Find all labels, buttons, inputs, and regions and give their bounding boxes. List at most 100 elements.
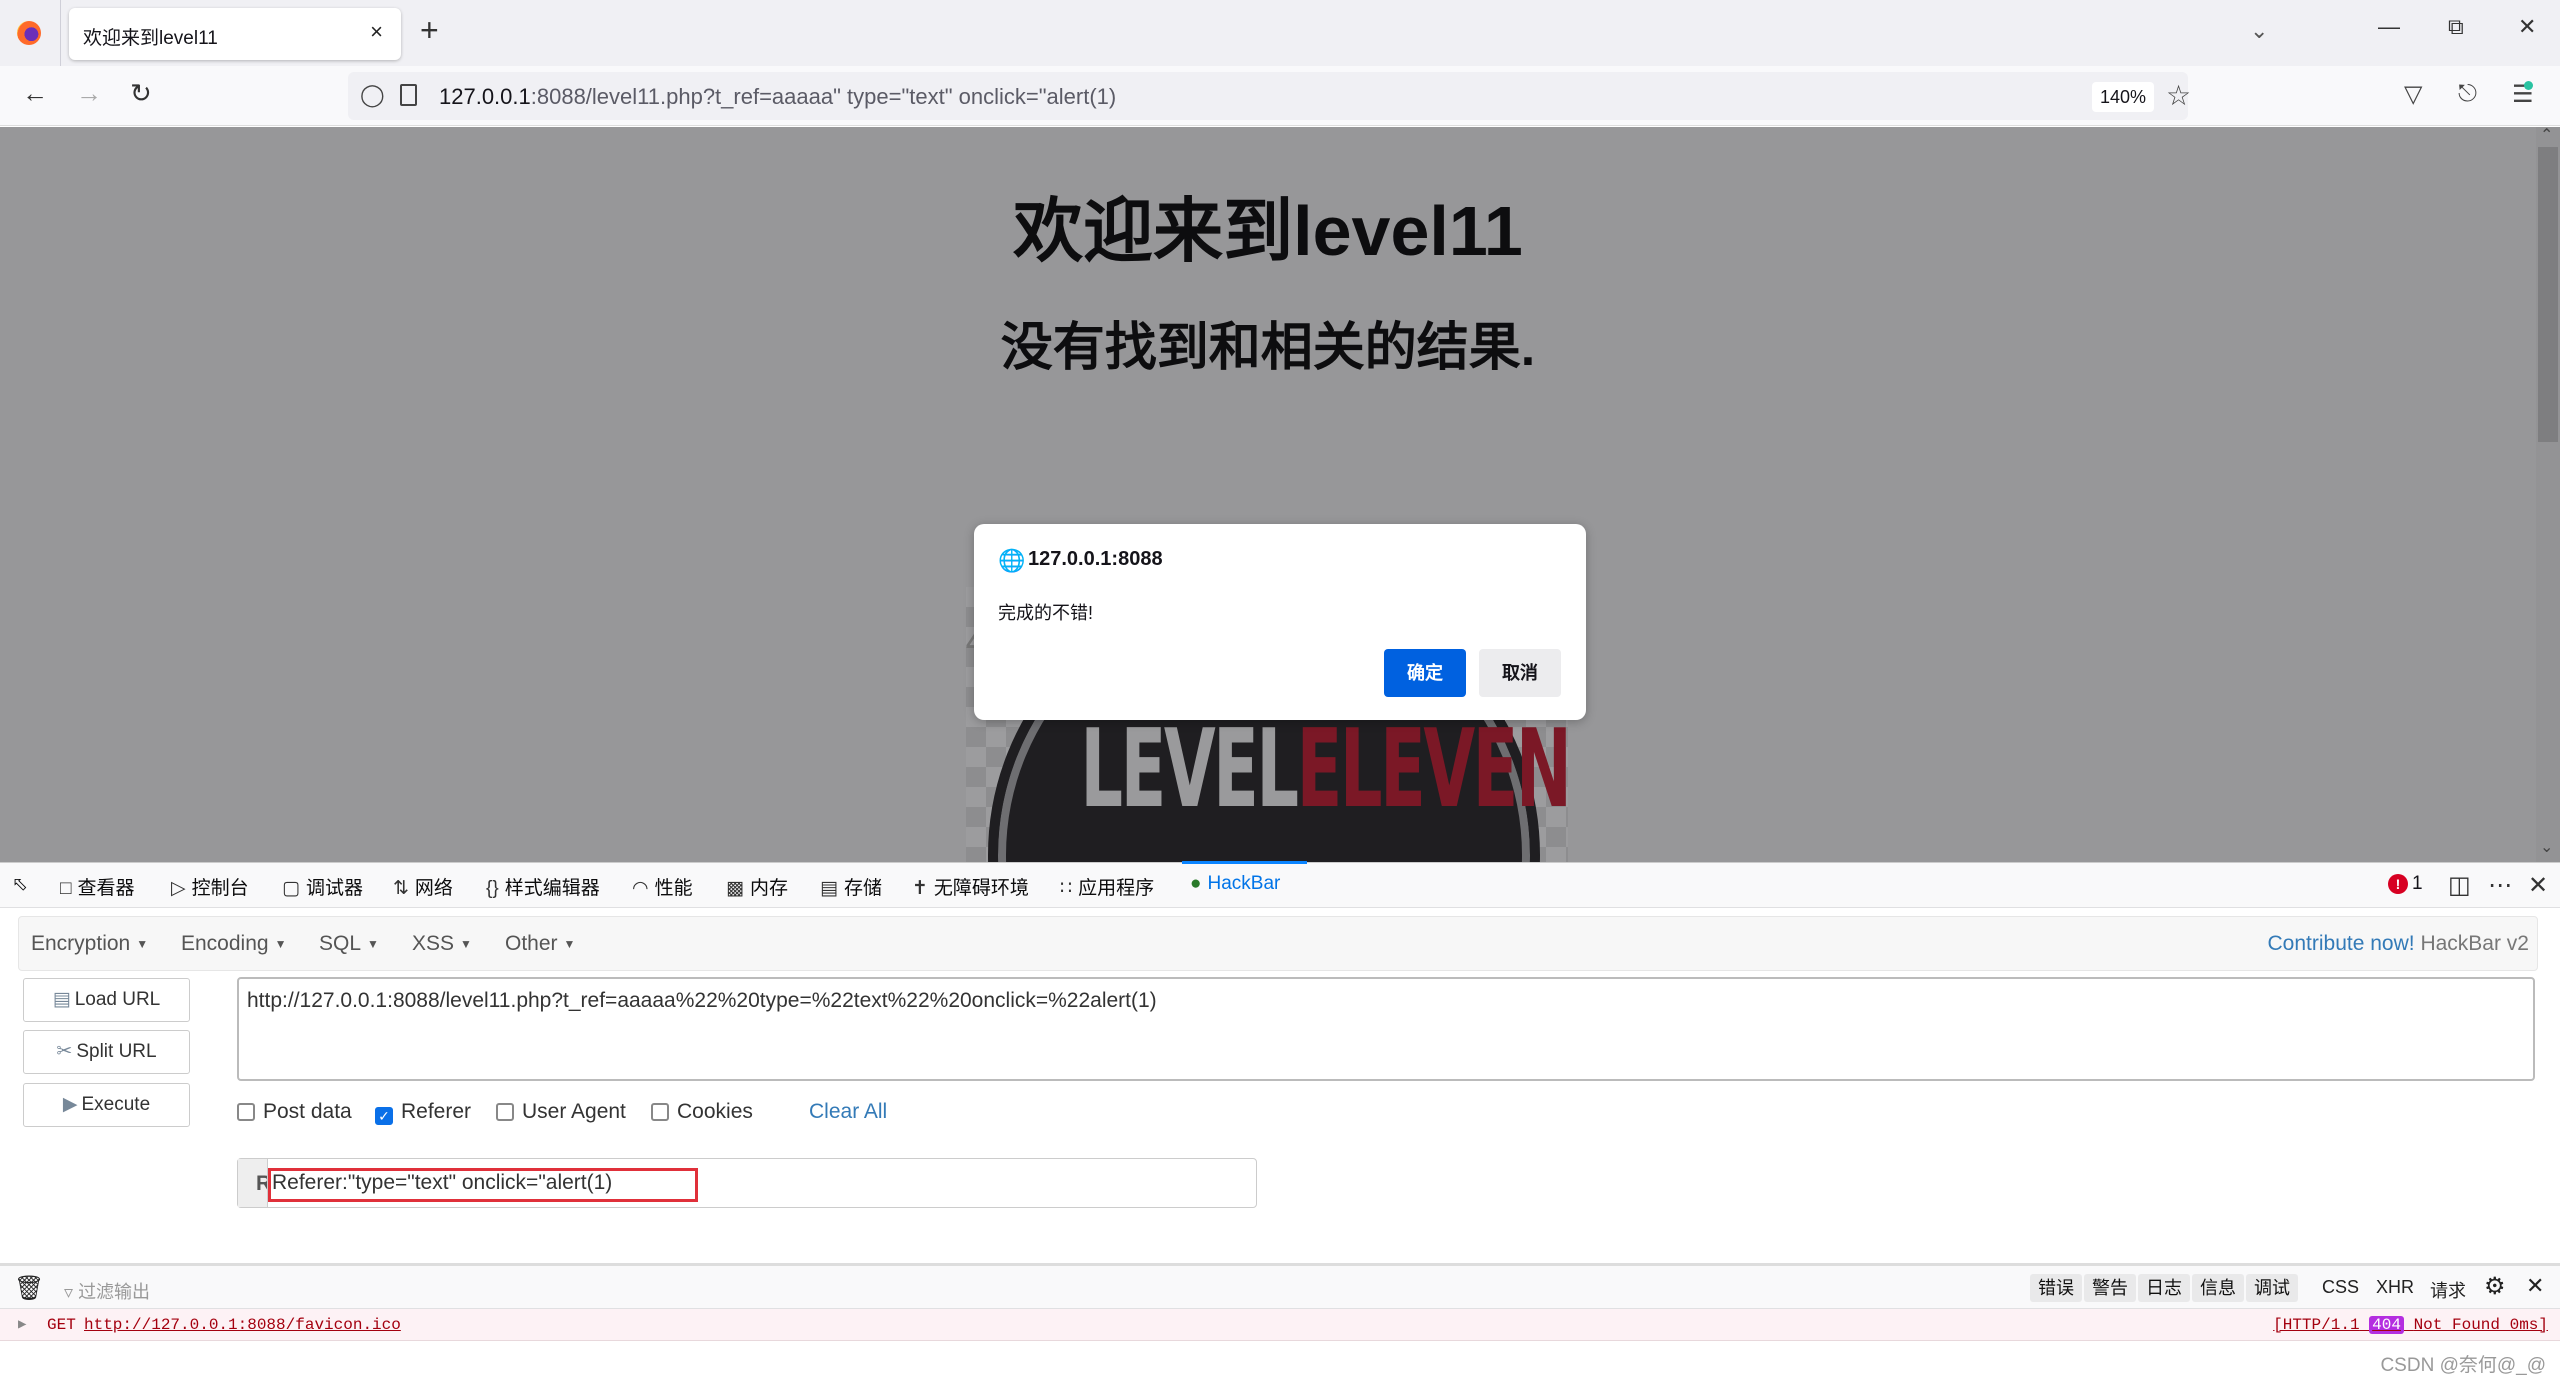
css-toggle[interactable]: CSS [2322,1277,2359,1298]
level-warning-toggle[interactable]: 警告 [2084,1274,2136,1302]
firefox-logo-icon [17,21,41,45]
reload-icon[interactable]: ↻ [130,78,152,109]
checkbox-checked[interactable]: ✓ [375,1107,393,1125]
active-tab-indicator [1182,861,1307,864]
cancel-button[interactable]: 取消 [1479,649,1561,697]
page-scrollbar[interactable]: ⌃ ⌄ [2536,127,2560,862]
hackbar-panel: Encryption ▼ Encoding ▼ SQL ▼ XSS ▼ Other ▼ C… [0,908,2560,1263]
clear-all-link[interactable]: Clear All [809,1100,887,1124]
scroll-down-icon[interactable]: ⌄ [2540,837,2553,857]
tab-label: 存储 [843,878,882,899]
forward-arrow-icon[interactable]: → [76,78,102,109]
watermark: CSDN @奈何@_@ [2380,1355,2546,1376]
contribute-link[interactable]: Contribute now! HackBar v2 [2268,932,2529,956]
button-label: Execute [81,1094,151,1115]
console-toolbar: 🗑 ▿ 过滤输出 错误 警告 日志 信息 调试 CSS XHR 请求 ⚙ ✕ [0,1263,2560,1309]
back-arrow-icon[interactable]: ← [22,78,48,109]
referer-checkbox[interactable]: ✓ Referer [375,1100,471,1125]
extensions-puzzle-icon[interactable]: ⎋ [2458,80,2477,108]
tab-active[interactable]: 欢迎来到level11 × [69,8,401,60]
menu-xss[interactable]: XSS ▼ [412,932,472,956]
requests-toggle[interactable]: 请求 [2430,1277,2466,1303]
filter-icon: ▿ [64,1282,74,1302]
more-options-icon[interactable]: ⋯ [2488,871,2512,900]
tab-bar: 欢迎来到level11 × + ⌄ — ⧉ ✕ [0,0,2560,66]
post-data-checkbox[interactable]: Post data [237,1100,352,1124]
xhr-toggle[interactable]: XHR [2376,1277,2414,1298]
checkbox[interactable] [237,1103,255,1121]
pocket-icon[interactable]: ▽ [2404,80,2422,109]
logo-text-eleven: ELEVEN [1296,707,1572,832]
tab-label: 样式编辑器 [504,878,600,899]
devtools-tab-hackbar[interactable]: ● HackBar [1190,873,1280,895]
storage-icon: ▤ [820,878,838,899]
responsive-design-icon[interactable]: ◫ [2448,871,2471,900]
network-icon: ⇅ [393,878,409,899]
level-debug-toggle[interactable]: 调试 [2246,1274,2298,1302]
expand-arrow-icon[interactable]: ▶ [18,1316,26,1333]
response-status[interactable]: [HTTP/1.1 404 Not Found 0ms] [2273,1316,2548,1334]
trash-icon[interactable]: 🗑 [14,1274,44,1303]
devtools-tab-debugger[interactable]: ▢ 调试器 [282,873,363,900]
devtools-tab-network[interactable]: ⇅ 网络 [393,873,453,900]
devtools-tab-console[interactable]: ▷ 控制台 [171,873,249,900]
zoom-level-button[interactable]: 140% [2092,82,2154,112]
close-devtools-icon[interactable]: ✕ [2528,871,2548,900]
url-bar[interactable]: ◯ 127.0.0.1:8088/level11.php?t_ref=aaaaa… [348,72,2191,120]
url-text[interactable]: 127.0.0.1:8088/level11.php?t_ref=aaaaa" … [439,84,1116,110]
load-url-button[interactable]: ▤ Load URL [23,978,190,1022]
menu-other[interactable]: Other ▼ [505,932,575,956]
console-entry[interactable]: ▶ GET http://127.0.0.1:8088/favicon.ico … [0,1309,2560,1341]
error-count-badge[interactable]: ! 1 [2388,873,2423,895]
page-heading: 欢迎来到level11 [1013,192,1523,270]
checkbox[interactable] [496,1103,514,1121]
devtools-tab-style-editor[interactable]: {} 样式编辑器 [486,873,600,900]
window-close-icon[interactable]: ✕ [2518,14,2536,40]
bookmark-star-icon[interactable]: ☆ [2166,79,2191,112]
close-console-icon[interactable]: ✕ [2526,1273,2544,1299]
accessibility-icon: ✝ [912,878,928,899]
devtools-tab-memory[interactable]: ▩ 内存 [726,873,788,900]
restore-icon[interactable]: ⧉ [2448,14,2464,40]
menu-sql[interactable]: SQL ▼ [319,932,379,956]
minimize-icon[interactable]: — [2378,14,2400,40]
execute-button[interactable]: ▶ Execute [23,1083,190,1127]
devtools-tab-application[interactable]: ∷ 应用程序 [1060,873,1154,900]
settings-gear-icon[interactable]: ⚙ [2484,1272,2506,1301]
request-method: GET [47,1316,76,1334]
url-path: :8088/level11.php?t_ref=aaaaa" type="tex… [530,84,1117,109]
scroll-up-icon[interactable]: ⌃ [2540,125,2553,145]
level-info-toggle[interactable]: 信息 [2192,1274,2244,1302]
hackbar-menu: Encryption ▼ Encoding ▼ SQL ▼ XSS ▼ Other ▼ C… [18,916,2538,971]
caret-down-icon: ▼ [136,937,149,952]
filter-output-input[interactable]: ▿ 过滤输出 [64,1278,150,1304]
menu-encryption[interactable]: Encryption ▼ [31,932,148,956]
devtools-tab-storage[interactable]: ▤ 存储 [820,873,882,900]
split-url-button[interactable]: ✂ Split URL [23,1030,190,1074]
devtools-tab-inspector[interactable]: □ 查看器 [60,873,135,900]
url-textarea[interactable] [237,977,2535,1081]
level-error-toggle[interactable]: 错误 [2030,1274,2082,1302]
ok-button[interactable]: 确定 [1384,649,1466,697]
page-icon[interactable] [400,84,417,106]
devtools-tab-accessibility[interactable]: ✝ 无障碍环境 [912,873,1029,900]
level-log-toggle[interactable]: 日志 [2138,1274,2190,1302]
list-tabs-chevron-down-icon[interactable]: ⌄ [2250,18,2268,44]
devtools-toolbar: ⬁ □ 查看器 ▷ 控制台 ▢ 调试器 ⇅ 网络 {} 样式编辑器 ◠ 性能 ▩ 内存 ▤ 存储… [0,861,2560,908]
logo-text-level: LEVEL [1080,707,1299,832]
devtools-tab-performance[interactable]: ◠ 性能 [632,873,693,900]
scrollbar-thumb[interactable] [2538,147,2558,442]
user-agent-checkbox[interactable]: User Agent [496,1100,626,1124]
checkbox[interactable] [651,1103,669,1121]
load-icon: ▤ [52,989,71,1010]
inspector-icon: □ [60,878,72,899]
shield-icon[interactable]: ◯ [360,82,385,108]
request-url-link[interactable]: http://127.0.0.1:8088/favicon.ico [84,1316,401,1334]
new-tab-button[interactable]: + [420,12,439,49]
checkbox-label: Referer [401,1100,472,1123]
menu-encoding[interactable]: Encoding ▼ [181,932,286,956]
caret-down-icon: ▼ [563,937,576,952]
element-picker-icon[interactable]: ⬁ [12,873,28,896]
cookies-checkbox[interactable]: Cookies [651,1100,753,1124]
close-tab-icon[interactable]: × [370,19,383,45]
